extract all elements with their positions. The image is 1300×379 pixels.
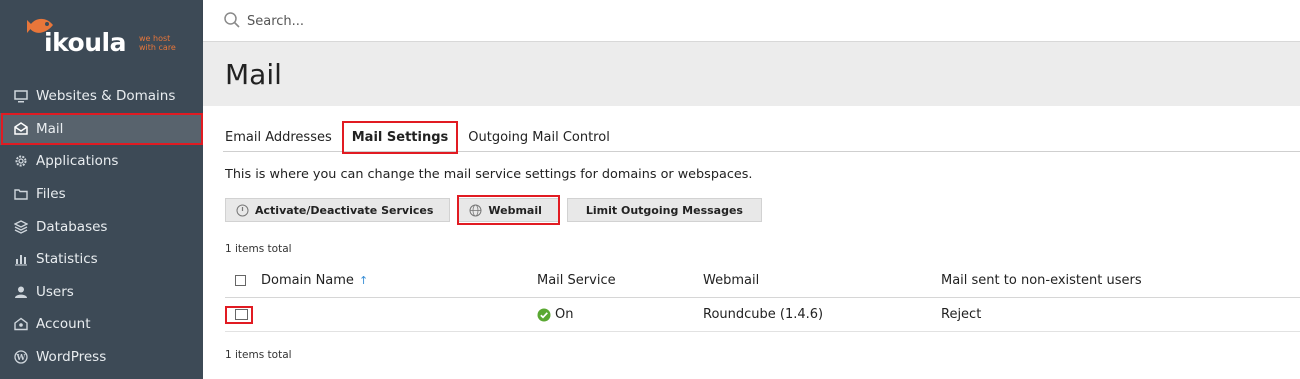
tab-outgoing-mail-control[interactable]: Outgoing Mail Control <box>466 130 614 151</box>
sidebar-item-label: WordPress <box>36 349 107 366</box>
sidebar-item-applications[interactable]: Applications <box>0 145 203 178</box>
nonexistent-users-cell: Reject <box>941 307 982 322</box>
folder-icon <box>13 186 29 202</box>
sidebar-item-mail[interactable]: Mail <box>0 112 203 146</box>
main-content: Email Addresses Mail Settings Outgoing M… <box>203 106 1300 379</box>
monitor-icon <box>13 88 29 104</box>
top-bar <box>203 0 1300 42</box>
column-nonexistent-users: Mail sent to non-existent users <box>941 273 1142 288</box>
webmail-button[interactable]: Webmail <box>457 195 560 225</box>
sidebar-item-label: Statistics <box>36 251 98 268</box>
sidebar-nav: Websites & Domains Mail Applications Fil… <box>0 80 203 373</box>
bar-chart-icon <box>13 251 29 267</box>
select-all-checkbox-cell <box>235 264 246 297</box>
brand-name: ikoula <box>44 28 126 57</box>
sidebar-item-wordpress[interactable]: W WordPress <box>0 341 203 374</box>
table-header: Domain Name ↑ Mail Service Webmail Mail … <box>225 264 1300 298</box>
sidebar: ikoula we host with care Websites & Doma… <box>0 0 203 379</box>
page-title: Mail <box>225 58 282 91</box>
search-input[interactable] <box>245 9 649 33</box>
search-icon <box>224 12 240 28</box>
webmail-cell: Roundcube (1.4.6) <box>703 307 824 322</box>
check-circle-icon <box>537 308 551 322</box>
globe-icon <box>469 204 482 217</box>
select-all-checkbox[interactable] <box>235 275 246 286</box>
tab-bar: Email Addresses Mail Settings Outgoing M… <box>223 121 1300 154</box>
table-row: On Roundcube (1.4.6) Reject <box>225 298 1300 332</box>
sidebar-item-label: Users <box>36 283 74 300</box>
power-icon <box>236 204 249 217</box>
highlight-box <box>341 121 459 154</box>
sidebar-item-label: Websites & Domains <box>36 88 176 105</box>
envelope-icon <box>13 121 29 137</box>
tab-mail-settings[interactable]: Mail Settings <box>341 121 459 154</box>
sidebar-item-users[interactable]: Users <box>0 276 203 309</box>
account-icon <box>13 316 29 332</box>
row-checkbox-cell <box>235 298 248 331</box>
user-icon <box>13 284 29 300</box>
items-total-top: 1 items total <box>225 243 292 255</box>
page-description: This is where you can change the mail se… <box>225 167 753 182</box>
sidebar-item-label: Mail <box>36 120 64 137</box>
database-icon <box>13 219 29 235</box>
column-webmail: Webmail <box>703 273 760 288</box>
page-header: Mail <box>203 42 1300 106</box>
mail-service-status: On <box>537 298 573 331</box>
sidebar-item-label: Applications <box>36 153 119 170</box>
column-domain-name[interactable]: Domain Name ↑ <box>261 264 368 297</box>
activate-deactivate-services-button[interactable]: Activate/Deactivate Services <box>225 198 451 222</box>
sidebar-item-label: Account <box>36 316 91 333</box>
svg-text:W: W <box>16 352 27 362</box>
tab-email-addresses[interactable]: Email Addresses <box>223 130 336 151</box>
row-checkbox[interactable] <box>235 309 248 320</box>
brand-logo[interactable]: ikoula we host with care <box>26 10 196 70</box>
wordpress-icon: W <box>13 349 29 365</box>
column-mail-service: Mail Service <box>537 273 616 288</box>
sidebar-item-label: Databases <box>36 218 108 235</box>
domain-name-cell[interactable] <box>261 298 397 331</box>
toolbar: Activate/Deactivate Services Webmail Lim… <box>225 195 770 225</box>
sidebar-item-databases[interactable]: Databases <box>0 210 203 243</box>
sidebar-item-label: Files <box>36 186 66 203</box>
sidebar-item-files[interactable]: Files <box>0 178 203 211</box>
sidebar-item-statistics[interactable]: Statistics <box>0 243 203 276</box>
domains-table: Domain Name ↑ Mail Service Webmail Mail … <box>225 264 1300 332</box>
brand-tagline: we host with care <box>139 34 176 52</box>
sort-arrow-icon: ↑ <box>358 274 369 287</box>
sidebar-item-account[interactable]: Account <box>0 308 203 341</box>
items-total-bottom: 1 items total <box>225 349 292 361</box>
sidebar-item-websites-domains[interactable]: Websites & Domains <box>0 80 203 113</box>
limit-outgoing-messages-button[interactable]: Limit Outgoing Messages <box>566 198 762 222</box>
gear-icon <box>13 153 29 169</box>
